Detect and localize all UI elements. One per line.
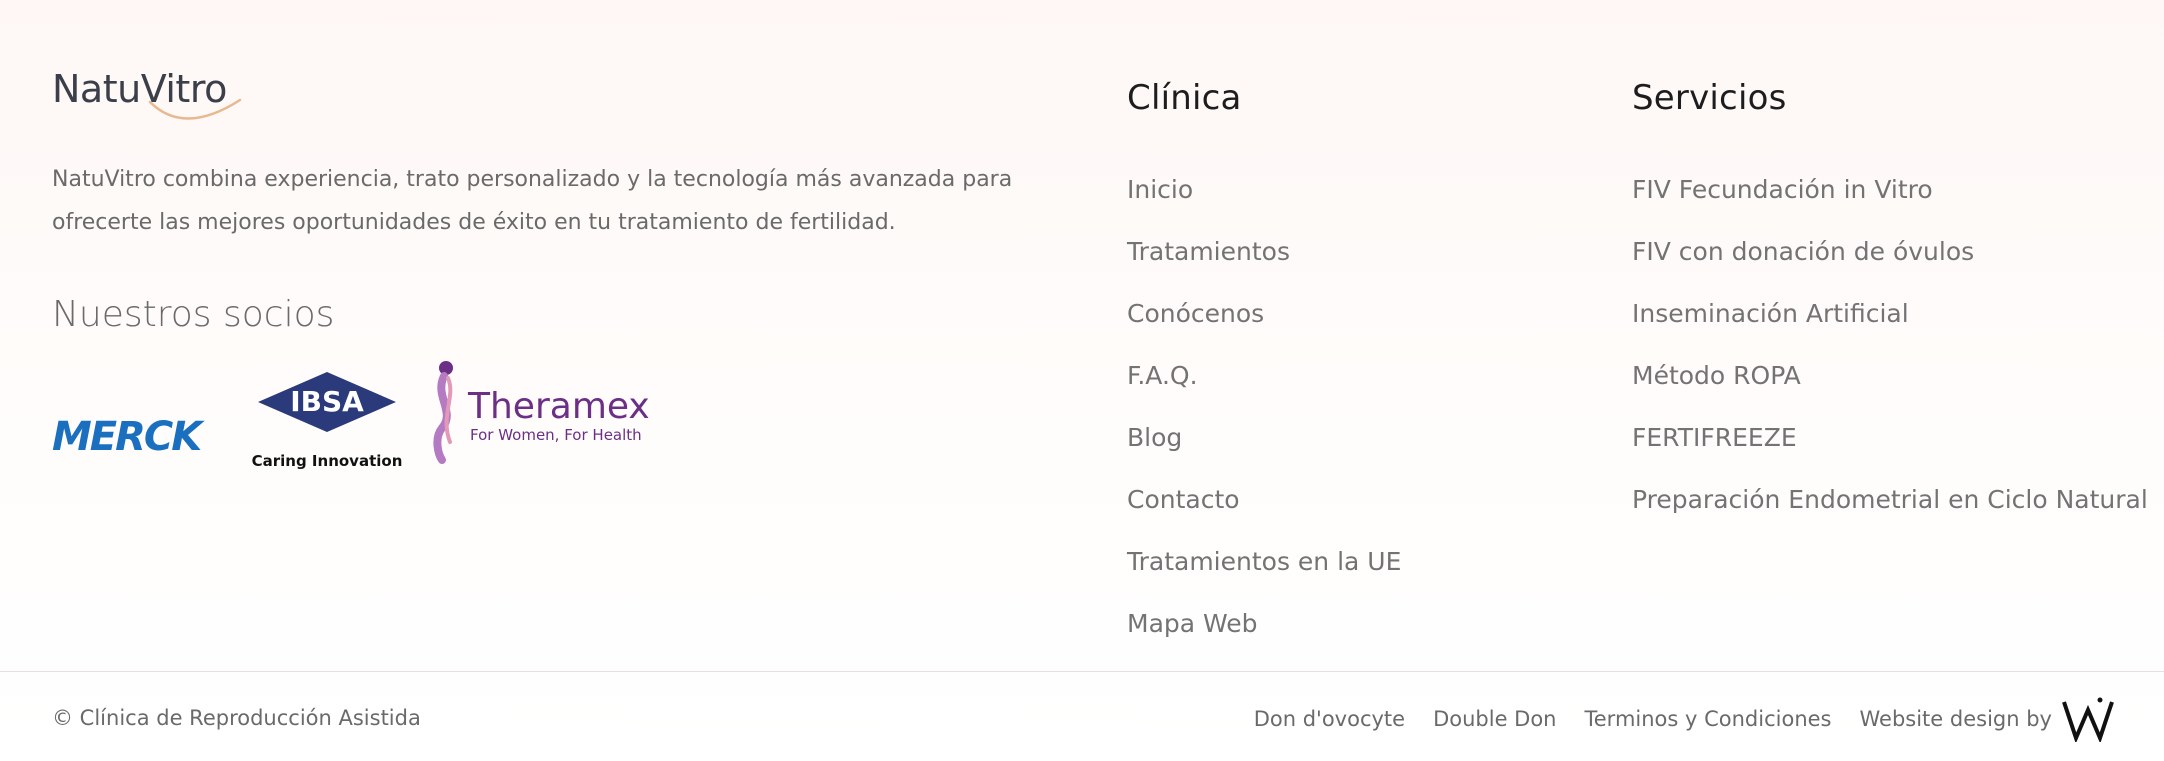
partners-logos: MERCK IBSA Caring Innovation Theramex Fo… xyxy=(52,361,752,506)
w-logo-icon[interactable] xyxy=(2060,696,2116,742)
link-inicio[interactable]: Inicio xyxy=(1127,175,1193,204)
link-faq[interactable]: F.A.Q. xyxy=(1127,361,1198,390)
list-item: Blog xyxy=(1127,422,1401,484)
list-item: Mapa Web xyxy=(1127,608,1401,670)
list-item: Tratamientos xyxy=(1127,236,1401,298)
servicios-column: Servicios FIV Fecundación in Vitro FIV c… xyxy=(1632,78,2148,546)
theramex-logo[interactable]: Theramex For Women, For Health xyxy=(420,356,670,466)
link-mapa-web[interactable]: Mapa Web xyxy=(1127,609,1258,638)
list-item: Método ROPA xyxy=(1632,360,2148,422)
design-by-label: Website design by xyxy=(1859,707,2053,731)
link-tratamientos[interactable]: Tratamientos xyxy=(1127,237,1290,266)
footer-main: NatuVitro NatuVitro combina experiencia,… xyxy=(0,0,2164,672)
link-conocenos[interactable]: Conócenos xyxy=(1127,299,1264,328)
list-item: FIV con donación de óvulos xyxy=(1632,236,2148,298)
link-inseminacion[interactable]: Inseminación Artificial xyxy=(1632,299,1909,328)
website-design-credit: Website design by xyxy=(1860,696,2117,742)
clinica-title: Clínica xyxy=(1127,78,1242,118)
clinica-links: Inicio Tratamientos Conócenos F.A.Q. Blo… xyxy=(1127,174,1401,670)
ibsa-logo-text: IBSA xyxy=(290,385,364,418)
ibsa-logo[interactable]: IBSA Caring Innovation xyxy=(248,366,406,486)
link-preparacion-endometrial[interactable]: Preparación Endometrial en Ciclo Natural xyxy=(1632,485,2148,514)
servicios-links: FIV Fecundación in Vitro FIV con donació… xyxy=(1632,174,2148,546)
bottom-bar: © Clínica de Reproducción Asistida Don d… xyxy=(0,672,2164,761)
legal-links: Don d'ovocyte Double Don Terminos y Cond… xyxy=(1254,696,2116,742)
list-item: Contacto xyxy=(1127,484,1401,546)
theramex-tagline: For Women, For Health xyxy=(470,426,642,444)
list-item: Inicio xyxy=(1127,174,1401,236)
link-fiv[interactable]: FIV Fecundación in Vitro xyxy=(1632,175,1933,204)
link-fertifreeze[interactable]: FERTIFREEZE xyxy=(1632,423,1797,452)
theramex-logo-text: Theramex xyxy=(467,386,650,427)
list-item: Conócenos xyxy=(1127,298,1401,360)
link-blog[interactable]: Blog xyxy=(1127,423,1182,452)
list-item: F.A.Q. xyxy=(1127,360,1401,422)
link-metodo-ropa[interactable]: Método ROPA xyxy=(1632,361,1801,390)
link-double-don[interactable]: Double Don xyxy=(1433,707,1556,731)
logo-arc-icon xyxy=(148,98,242,120)
servicios-title: Servicios xyxy=(1632,78,1787,118)
list-item: FERTIFREEZE xyxy=(1632,422,2148,484)
list-item: FIV Fecundación in Vitro xyxy=(1632,174,2148,236)
brand-description: NatuVitro combina experiencia, trato per… xyxy=(52,167,1013,235)
merck-logo[interactable]: MERCK xyxy=(52,418,224,458)
list-item: Preparación Endometrial en Ciclo Natural xyxy=(1632,484,2148,546)
link-fiv-donacion[interactable]: FIV con donación de óvulos xyxy=(1632,237,1974,266)
copyright: © Clínica de Reproducción Asistida xyxy=(52,706,421,730)
link-tratamientos-ue[interactable]: Tratamientos en la UE xyxy=(1127,547,1401,576)
list-item: Inseminación Artificial xyxy=(1632,298,2148,360)
link-terminos[interactable]: Terminos y Condiciones xyxy=(1585,707,1832,731)
partners-title: Nuestros socios xyxy=(52,294,335,335)
ibsa-tagline: Caring Innovation xyxy=(252,452,403,470)
natuvitro-logo[interactable]: NatuVitro xyxy=(52,66,242,136)
clinica-column: Clínica Inicio Tratamientos Conócenos F.… xyxy=(1127,78,1401,670)
link-don-ovocyte[interactable]: Don d'ovocyte xyxy=(1254,707,1405,731)
list-item: Tratamientos en la UE xyxy=(1127,546,1401,608)
brand-column: NatuVitro NatuVitro combina experiencia,… xyxy=(52,66,1052,470)
link-contacto[interactable]: Contacto xyxy=(1127,485,1240,514)
merck-logo-text: MERCK xyxy=(52,418,205,458)
